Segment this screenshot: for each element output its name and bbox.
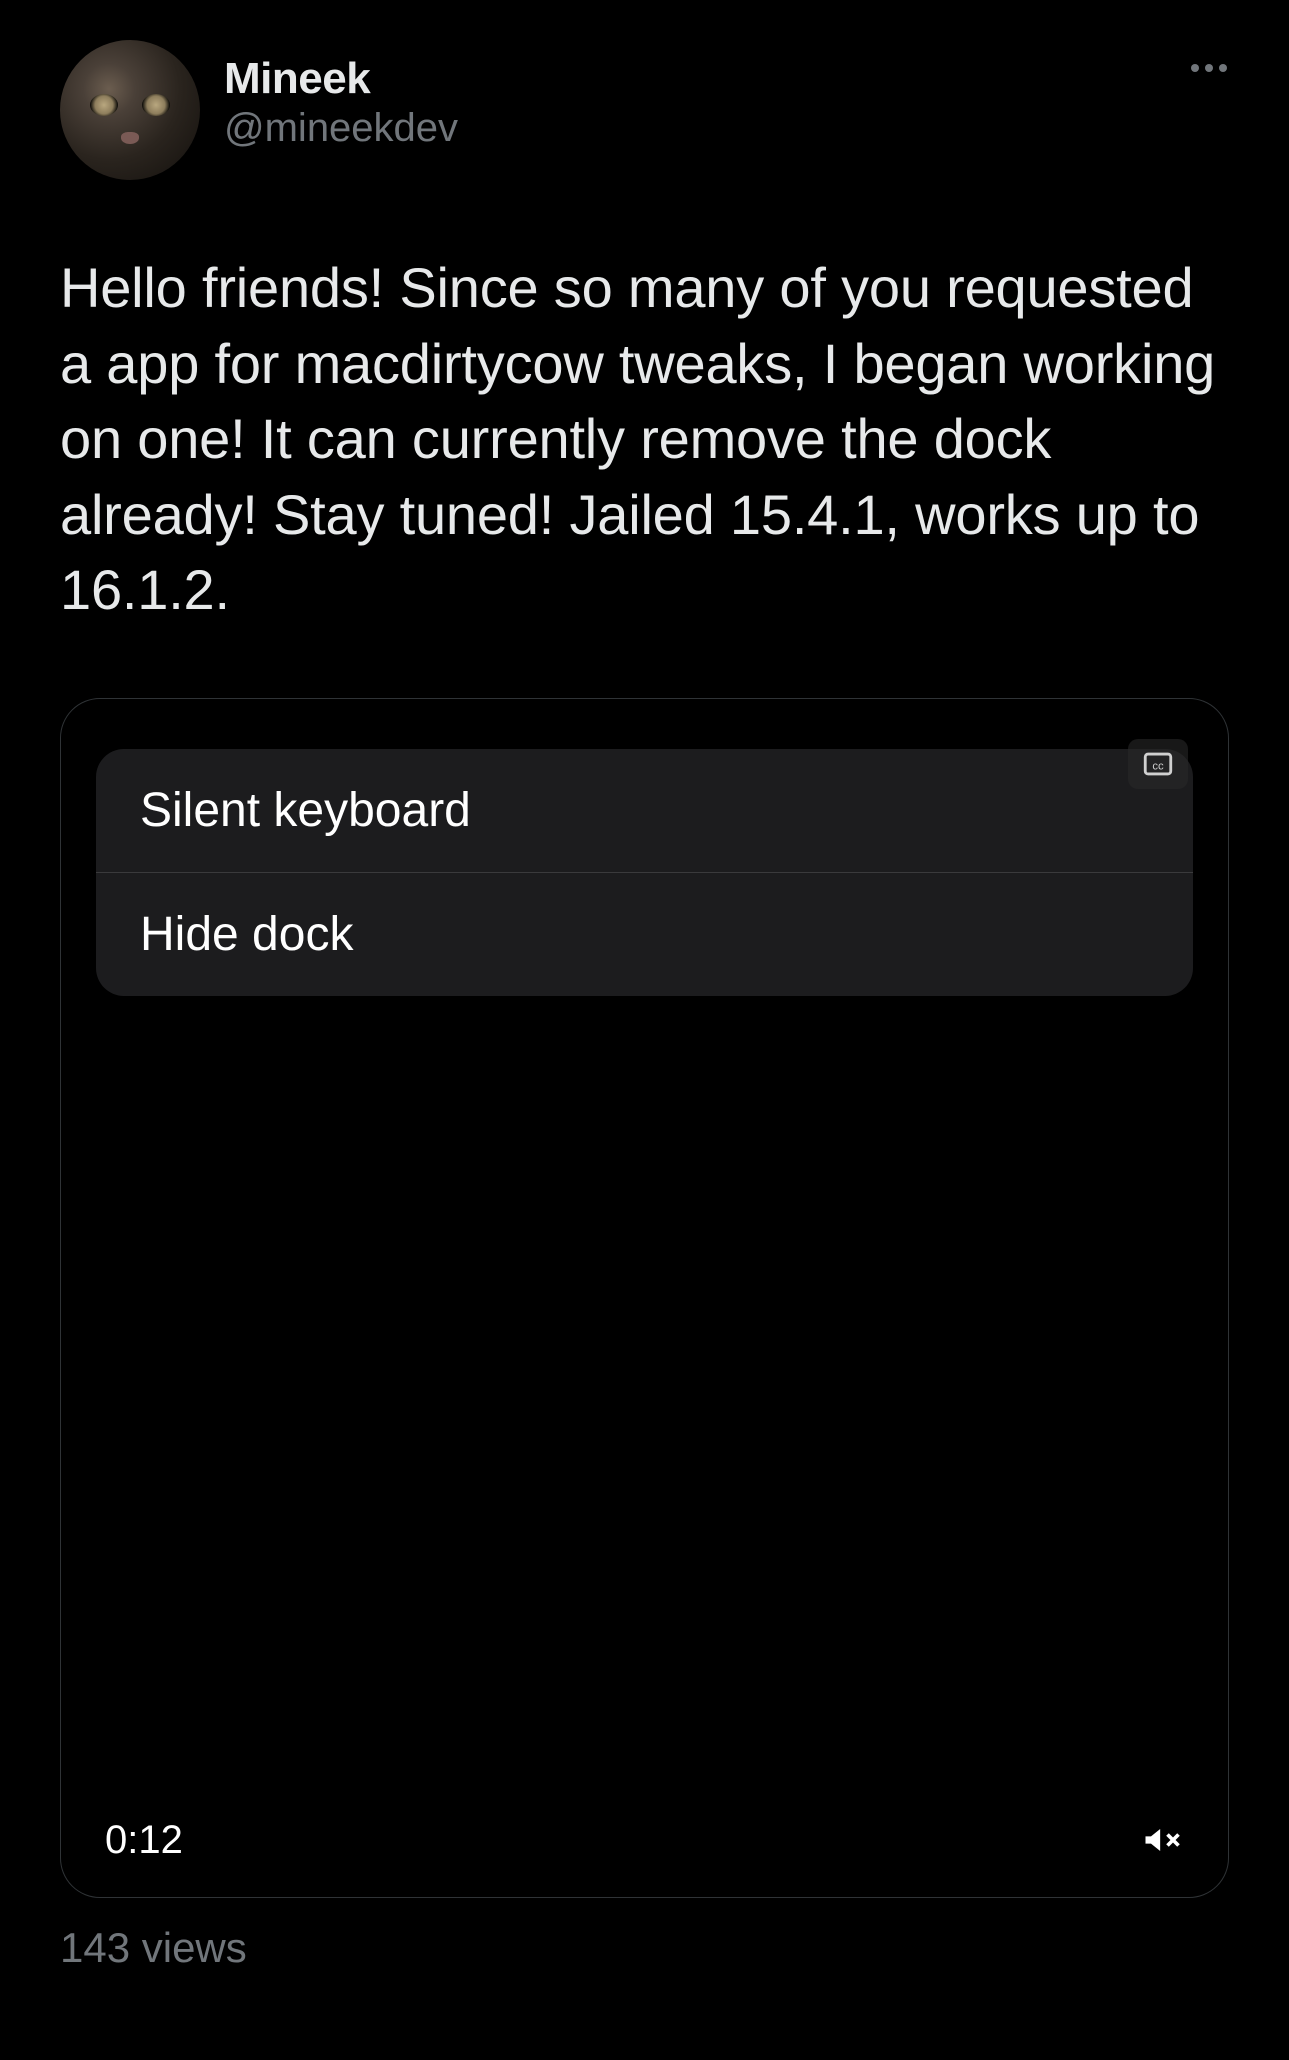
list-item[interactable]: Silent keyboard (96, 749, 1193, 872)
tweet: Mineek @mineekdev Hello friends! Since s… (0, 0, 1289, 1992)
svg-text:cc: cc (1152, 761, 1164, 773)
tweet-text: Hello friends! Since so many of you requ… (60, 250, 1229, 628)
author-handle: @mineekdev (224, 106, 458, 151)
list-item[interactable]: Hide dock (96, 872, 1193, 996)
video-timestamp: 0:12 (105, 1818, 183, 1863)
author-display-name: Mineek (224, 54, 458, 104)
app-options-list: Silent keyboard Hide dock (96, 749, 1193, 996)
mute-icon[interactable] (1140, 1818, 1184, 1862)
view-count: 143 views (60, 1924, 1229, 1972)
video-controls: 0:12 (61, 1790, 1228, 1897)
captions-icon[interactable]: cc (1128, 739, 1188, 789)
avatar-detail (121, 132, 139, 144)
tweet-header: Mineek @mineekdev (60, 40, 1229, 180)
author-block[interactable]: Mineek @mineekdev (224, 40, 458, 151)
avatar[interactable] (60, 40, 200, 180)
more-menu-icon[interactable] (1191, 64, 1227, 72)
video-embed[interactable]: cc Silent keyboard Hide dock 0:12 (60, 698, 1229, 1898)
